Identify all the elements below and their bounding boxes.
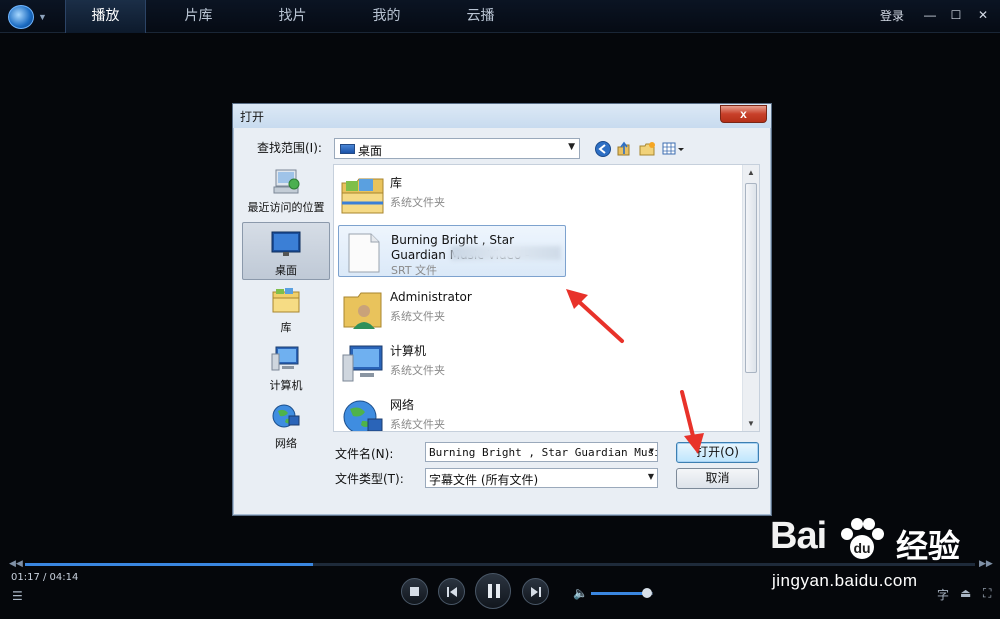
- previous-button[interactable]: [438, 578, 465, 605]
- place-desktop[interactable]: 桌面: [242, 222, 330, 280]
- place-computer-label: 计算机: [269, 379, 303, 392]
- tab-library[interactable]: 片库: [158, 0, 239, 33]
- tab-cloud[interactable]: 云播: [440, 0, 521, 33]
- place-network[interactable]: 网络: [242, 402, 330, 452]
- tab-find[interactable]: 找片: [252, 0, 333, 33]
- previous-icon: [447, 587, 457, 597]
- recent-places-icon: [273, 169, 300, 194]
- place-library-label: 库: [280, 321, 292, 334]
- volume-slider[interactable]: [591, 588, 653, 598]
- annotation-arrow-file: [566, 289, 624, 343]
- scroll-down-icon[interactable]: ▼: [747, 419, 755, 428]
- dialog-title: 打开: [240, 110, 265, 124]
- watermark-brand-cn: 经验: [896, 527, 961, 565]
- next-button[interactable]: [522, 578, 549, 605]
- annotation-arrow-open: [680, 390, 704, 454]
- player-window: ▼ 播放 片库 找片 我的 云播 登录 — ☐ ✕ 打开 x 查找范围(I): …: [0, 0, 1000, 619]
- login-link[interactable]: 登录: [880, 0, 904, 33]
- place-recent-label: 最近访问的位置: [247, 201, 325, 214]
- filename-value: Burning Bright , Star Guardian Music: [429, 446, 658, 459]
- place-desktop-label: 桌面: [275, 264, 297, 277]
- volume-knob[interactable]: [642, 588, 653, 598]
- desktop-icon: [271, 231, 301, 256]
- paw-logo-icon: du: [841, 518, 884, 559]
- file-type: 系统文件夹: [390, 418, 445, 431]
- place-network-label: 网络: [275, 437, 297, 450]
- stop-button[interactable]: [401, 578, 428, 605]
- place-recent[interactable]: 最近访问的位置: [242, 166, 330, 218]
- list-item-selected[interactable]: Burning Bright , Star Guardian Music Vid…: [338, 225, 566, 277]
- back-icon[interactable]: [594, 140, 612, 158]
- file-name: 库: [390, 176, 403, 190]
- scroll-up-icon[interactable]: ▲: [747, 168, 755, 177]
- volume-level: [591, 592, 648, 595]
- filename-input[interactable]: Burning Bright , Star Guardian Music ▼: [425, 442, 658, 462]
- baidu-watermark: Bai du 经验 jingyan.baidu.com: [770, 515, 1000, 597]
- tab-mine[interactable]: 我的: [346, 0, 427, 33]
- view-menu-icon[interactable]: [661, 140, 685, 158]
- tab-play[interactable]: 播放: [65, 0, 146, 33]
- computer-icon: [271, 346, 299, 371]
- filename-label: 文件名(N):: [335, 447, 394, 461]
- file-name: Administrator: [390, 290, 472, 304]
- watermark-url: jingyan.baidu.com: [772, 571, 918, 590]
- dialog-close-button[interactable]: x: [720, 105, 767, 123]
- library-icon: [272, 288, 300, 313]
- filetype-value: 字幕文件 (所有文件): [429, 473, 539, 487]
- top-bar: ▼ 播放 片库 找片 我的 云播 登录 — ☐ ✕: [0, 0, 1000, 33]
- look-in-label: 查找范围(I):: [257, 141, 322, 155]
- time-readout: 01:17 / 04:14: [11, 572, 79, 583]
- place-library[interactable]: 库: [242, 286, 330, 336]
- file-type: 系统文件夹: [390, 196, 445, 209]
- chevron-down-icon: ▼: [568, 142, 575, 152]
- file-type: SRT 文件: [391, 264, 438, 277]
- up-folder-icon[interactable]: [615, 140, 633, 158]
- new-folder-icon[interactable]: [638, 140, 656, 158]
- file-name: 计算机: [390, 344, 427, 358]
- svg-text:du: du: [853, 540, 870, 556]
- desktop-icon: [340, 144, 355, 154]
- next-icon: [531, 587, 541, 597]
- computer-icon: [342, 345, 383, 382]
- pause-button[interactable]: [475, 573, 511, 609]
- chevron-down-icon[interactable]: ▼: [38, 12, 47, 22]
- file-type: 系统文件夹: [390, 364, 445, 377]
- pause-icon: [488, 584, 500, 598]
- app-logo-icon[interactable]: [8, 5, 34, 29]
- chevron-down-icon[interactable]: ▼: [649, 446, 654, 455]
- filetype-label: 文件类型(T):: [335, 472, 404, 486]
- places-bar: 最近访问的位置 桌面 库 计算机 网络: [242, 162, 330, 502]
- watermark-brand: Bai: [770, 515, 827, 557]
- look-in-select[interactable]: 桌面 ▼: [334, 138, 580, 159]
- seek-progress: [25, 563, 313, 566]
- seek-back-icon[interactable]: ◀◀: [9, 558, 23, 569]
- list-item[interactable]: 库 系统文件夹: [338, 169, 743, 221]
- list-item[interactable]: Administrator 系统文件夹: [338, 283, 743, 335]
- look-in-value: 桌面: [358, 144, 383, 158]
- file-icon: [348, 233, 380, 273]
- vertical-scrollbar[interactable]: ▲ ▼: [742, 165, 759, 431]
- playlist-icon[interactable]: ☰: [12, 589, 23, 603]
- network-icon: [272, 404, 300, 428]
- close-icon[interactable]: ✕: [972, 0, 994, 33]
- user-folder-icon: [343, 292, 382, 329]
- cancel-button[interactable]: 取消: [676, 468, 759, 489]
- place-computer[interactable]: 计算机: [242, 344, 330, 394]
- scroll-thumb[interactable]: [745, 183, 757, 373]
- list-item[interactable]: 计算机 系统文件夹: [338, 337, 743, 389]
- network-icon: [343, 400, 383, 431]
- volume-icon[interactable]: 🔈: [573, 586, 588, 600]
- filetype-select[interactable]: 字幕文件 (所有文件) ▼: [425, 468, 658, 488]
- maximize-icon[interactable]: ☐: [945, 0, 967, 33]
- minimize-icon[interactable]: —: [919, 0, 941, 33]
- file-type: 系统文件夹: [390, 310, 445, 323]
- chevron-down-icon: ▼: [647, 472, 654, 481]
- file-name: 网络: [390, 398, 415, 412]
- blurred-text: [451, 246, 561, 260]
- library-folder-icon: [341, 178, 384, 214]
- dialog-titlebar[interactable]: 打开 x: [233, 104, 771, 128]
- stop-icon: [410, 587, 419, 596]
